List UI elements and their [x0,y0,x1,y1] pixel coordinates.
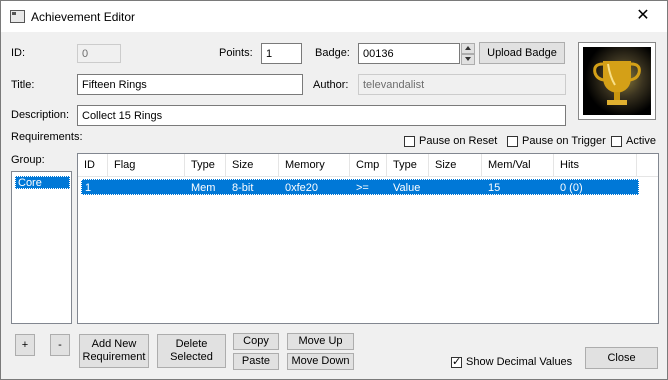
upload-badge-button[interactable]: Upload Badge [479,42,565,64]
spin-up-icon[interactable] [461,43,475,54]
delete-selected-button[interactable]: Delete Selected [157,334,226,368]
move-down-button[interactable]: Move Down [287,353,354,370]
author-field: televandalist [358,74,566,95]
badge-spinner[interactable] [461,43,475,65]
show-decimal-checkbox[interactable]: Show Decimal Values [451,355,573,368]
pause-on-reset-label: Pause on Reset [419,135,498,147]
active-checkbox[interactable]: Active [611,135,656,147]
group-list[interactable]: Core [11,171,72,324]
requirements-label: Requirements: [11,131,83,143]
cell-type: Mem [191,182,216,194]
pause-on-trigger-box[interactable] [507,135,518,147]
move-up-button[interactable]: Move Up [287,333,354,350]
close-icon[interactable]: ✕ [629,5,657,27]
column-header-size2[interactable]: Size [429,154,482,176]
title-field[interactable]: Fifteen Rings [77,74,303,95]
id-field: 0 [77,44,121,63]
column-header-type2[interactable]: Type [387,154,429,176]
cell-type2: Value [393,182,421,194]
achievement-editor-window: Achievement Editor ✕ ID: 0 Points: 1 Bad… [0,0,668,380]
cell-hits: 0 (0) [560,182,583,194]
add-group-button[interactable]: + [15,334,35,356]
table-header: ID Flag Type Size Memory Cmp Type Size M… [78,154,658,177]
column-header-id[interactable]: ID [78,154,108,176]
spin-down-icon[interactable] [461,54,475,65]
column-header-type[interactable]: Type [185,154,226,176]
points-label: Points: [219,47,253,59]
cell-cmp: >= [356,182,369,194]
close-button[interactable]: Close [585,347,658,369]
column-header-cmp[interactable]: Cmp [350,154,387,176]
column-header-flag[interactable]: Flag [108,154,185,176]
paste-button[interactable]: Paste [233,353,279,370]
cell-memory: 0xfe20 [285,182,319,194]
description-label: Description: [11,109,70,121]
window-icon [10,10,25,23]
group-label: Group: [11,154,45,166]
pause-on-trigger-label: Pause on Trigger [522,135,606,147]
badge-field[interactable]: 00136 [358,43,460,64]
requirements-table[interactable]: ID Flag Type Size Memory Cmp Type Size M… [77,153,659,324]
title-label: Title: [11,79,35,91]
badge-image [578,42,656,120]
points-field[interactable]: 1 [261,43,302,64]
group-item-core[interactable]: Core [15,176,70,189]
id-label: ID: [11,47,26,59]
author-label: Author: [313,79,349,91]
window-title: Achievement Editor [31,10,136,24]
badge-label: Badge: [315,47,350,59]
show-decimal-box[interactable] [451,355,462,368]
cell-size: 8-bit [232,182,254,194]
column-header-hits[interactable]: Hits [554,154,637,176]
table-row[interactable]: 1 Mem 8-bit 0xfe20 >= Value 15 0 (0) [81,179,639,195]
column-header-memory[interactable]: Memory [279,154,350,176]
remove-group-button[interactable]: - [50,334,70,356]
active-label: Active [626,135,656,147]
copy-button[interactable]: Copy [233,333,279,350]
trophy-icon [583,47,651,115]
pause-on-trigger-checkbox[interactable]: Pause on Trigger [507,135,606,147]
pause-on-reset-box[interactable] [404,135,415,147]
column-header-mem-val[interactable]: Mem/Val [482,154,554,176]
active-box[interactable] [611,135,622,147]
cell-flag [111,181,114,195]
title-bar: Achievement Editor ✕ [1,1,667,32]
cell-size2 [432,181,435,195]
pause-on-reset-checkbox[interactable]: Pause on Reset [404,135,497,147]
show-decimal-label: Show Decimal Values [466,356,573,368]
cell-mem-val: 15 [488,182,501,194]
add-requirement-button[interactable]: Add New Requirement [79,334,149,368]
cell-id: 1 [85,182,92,194]
column-header-size[interactable]: Size [226,154,279,176]
description-field[interactable]: Collect 15 Rings [77,105,566,126]
